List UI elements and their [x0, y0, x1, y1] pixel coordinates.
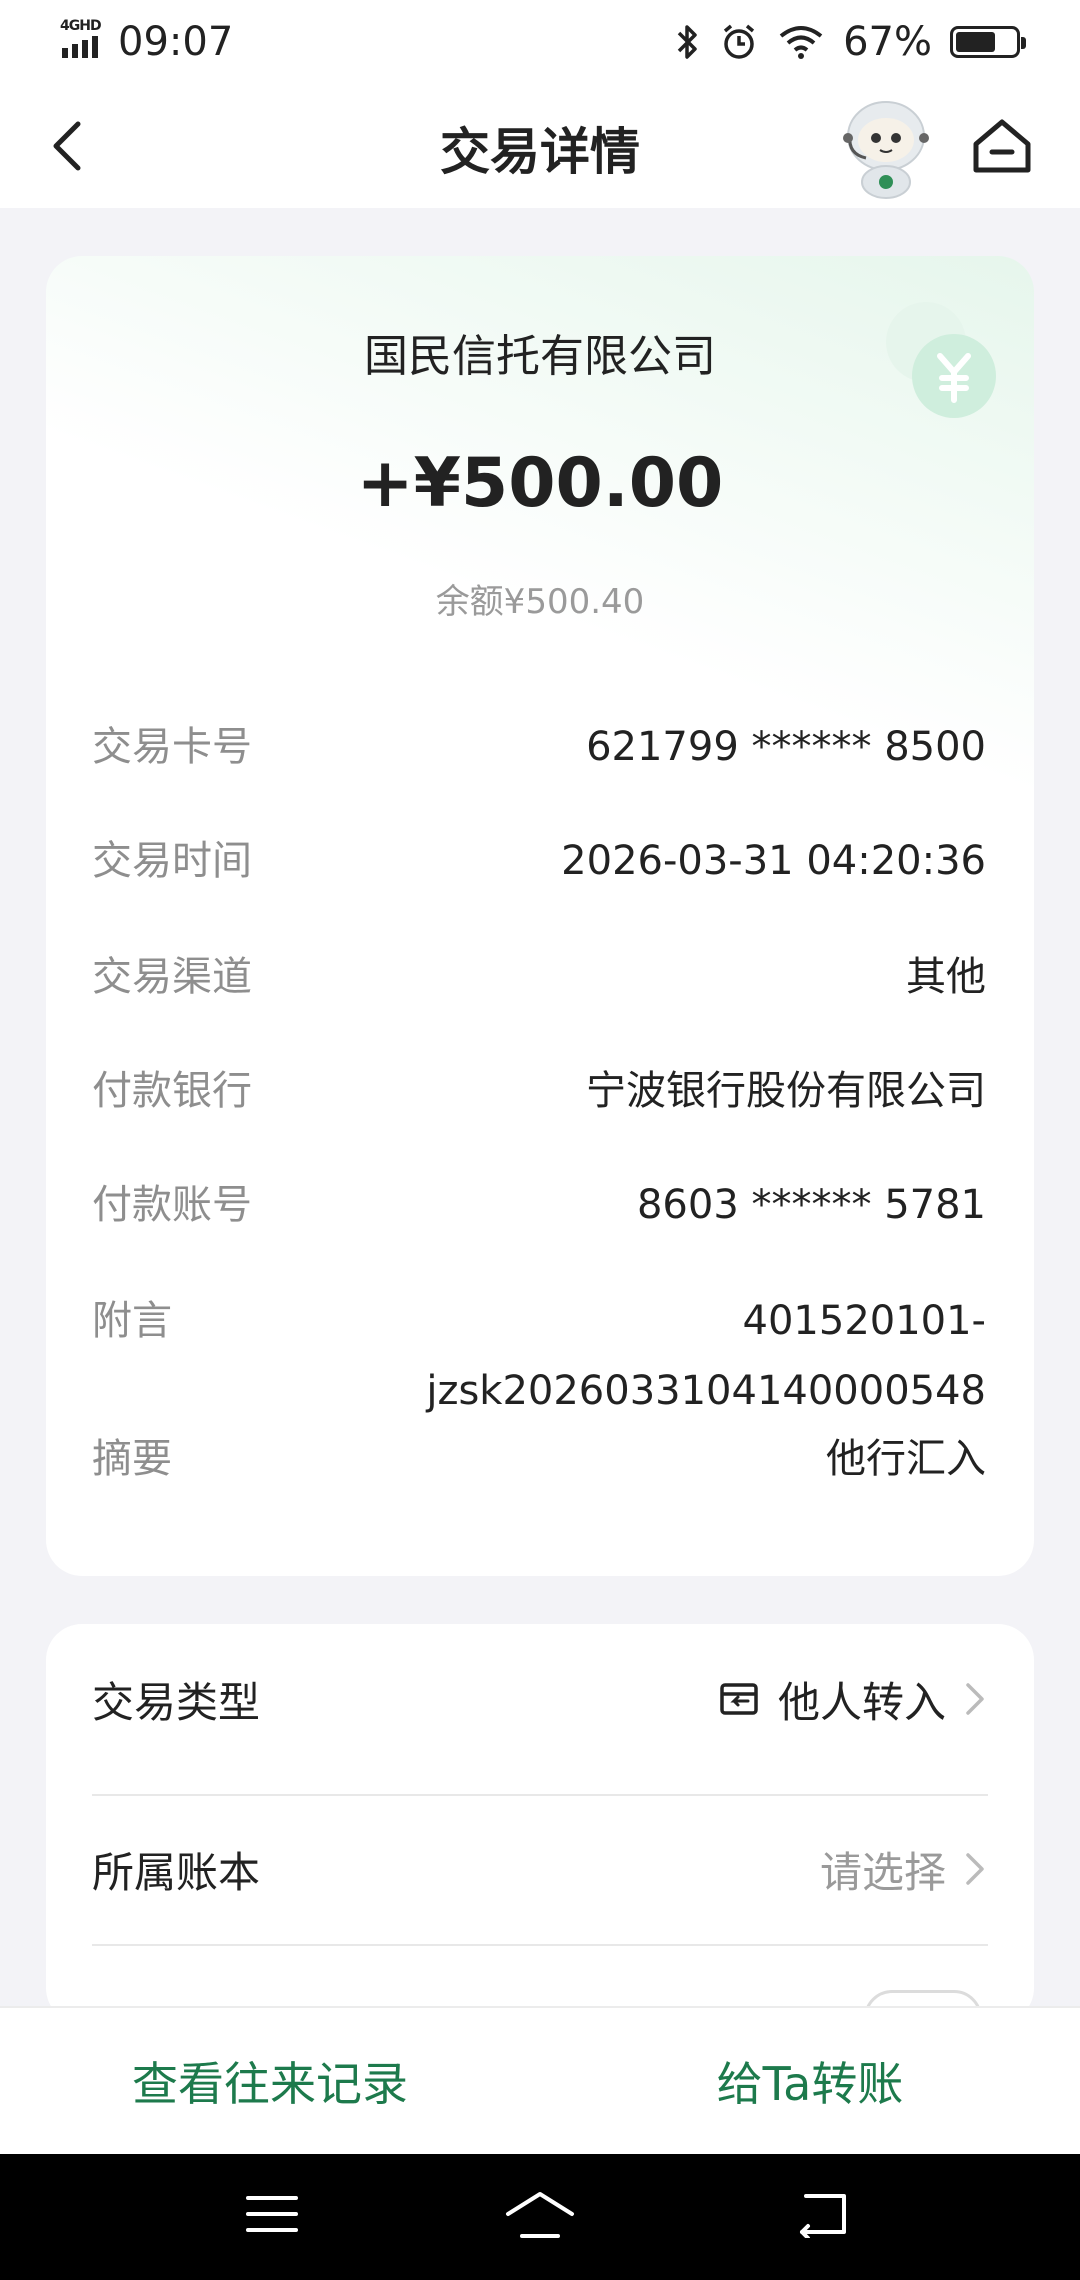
detail-value: 2026-03-31 04:20:36 [561, 838, 986, 884]
detail-label: 付款银行 [92, 1068, 252, 1114]
account-balance: 余额¥500.40 [435, 582, 645, 622]
detail-label: 附言 [92, 1298, 172, 1344]
detail-row-payer-account: 付款账号 8603 ****** 5781 [92, 1170, 986, 1240]
detail-label: 摘要 [92, 1436, 172, 1482]
remark-line-1: 401520101- [742, 1298, 986, 1344]
detail-row-remark: 附言 401520101- jzsk20260331041400005​48 [92, 1286, 986, 1426]
network-type: 4GHD [60, 18, 102, 34]
chevron-right-icon [966, 1853, 984, 1885]
alarm-icon [723, 24, 755, 59]
bottom-action-bar: 查看往来记录 给Ta转账 [0, 2006, 1080, 2154]
transaction-amount: +¥500.00 [356, 444, 724, 523]
detail-value: 401520101- jzsk20260331041400005​48 [426, 1286, 986, 1426]
bluetooth-icon [677, 25, 697, 59]
transfer-to-ta-button[interactable]: 给Ta转账 [540, 2008, 1080, 2154]
transfer-in-icon [720, 1683, 758, 1715]
assistant-robot-icon[interactable] [836, 96, 936, 200]
back-nav-icon[interactable] [794, 2190, 850, 2238]
detail-value: 8603 ****** 5781 [636, 1182, 986, 1228]
detail-value: 其他 [906, 954, 986, 1000]
cellular-signal-icon: 4GHD [60, 18, 108, 64]
battery-icon [950, 26, 1026, 58]
view-history-button[interactable]: 查看往来记录 [0, 2008, 540, 2154]
remark-line-2: jzsk20260331041400005​48 [426, 1368, 986, 1414]
payee-name: 国民信托有限公司 [364, 331, 716, 382]
system-nav-bar [0, 2154, 1080, 2280]
detail-row-summary: 摘要 他行汇入 [92, 1424, 986, 1494]
transaction-type-label: 交易类型 [92, 1677, 261, 1727]
detail-row-card-number: 交易卡号 621799 ****** 8500 [92, 712, 986, 782]
transaction-detail-card: 国民信托有限公司 +¥500.00 余额¥500.40 交易卡号 621799 … [46, 256, 1034, 1576]
detail-row-time: 交易时间 2026-03-31 04:20:36 [92, 826, 986, 896]
detail-label: 交易渠道 [92, 954, 252, 1000]
wifi-icon [779, 26, 823, 59]
nav-bar: 交易详情 [0, 84, 1080, 208]
clock: 09:07 [118, 19, 234, 65]
battery-percent: 67% [843, 19, 932, 65]
account-book-row[interactable]: 所属账本 请选择 [92, 1794, 988, 1944]
menu-icon[interactable] [244, 2190, 300, 2238]
detail-value: 621799 ****** 8500 [586, 724, 986, 770]
chevron-right-icon [966, 1683, 984, 1715]
transaction-type-value: 他人转入 [777, 1677, 946, 1727]
detail-row-channel: 交易渠道 其他 [92, 942, 986, 1012]
transaction-type-row[interactable]: 交易类型 他人转入 [92, 1624, 988, 1774]
detail-label: 付款账号 [92, 1182, 252, 1228]
transaction-settings-card: 交易类型 他人转入 所属账本 请选择 不计入收支统计 [46, 1624, 1034, 2024]
account-book-value: 请选择 [819, 1847, 946, 1897]
detail-label: 交易卡号 [92, 724, 252, 770]
home-nav-icon[interactable] [504, 2190, 576, 2242]
detail-row-payer-bank: 付款银行 宁波银行股份有限公司 [92, 1056, 986, 1126]
detail-label: 交易时间 [92, 838, 252, 884]
detail-value: 宁波银行股份有限公司 [586, 1068, 986, 1114]
divider [92, 1944, 988, 1946]
home-icon[interactable] [968, 114, 1036, 178]
status-bar: 4GHD 09:07 67% [0, 0, 1080, 84]
account-book-label: 所属账本 [92, 1847, 261, 1897]
detail-value: 他行汇入 [826, 1436, 986, 1482]
